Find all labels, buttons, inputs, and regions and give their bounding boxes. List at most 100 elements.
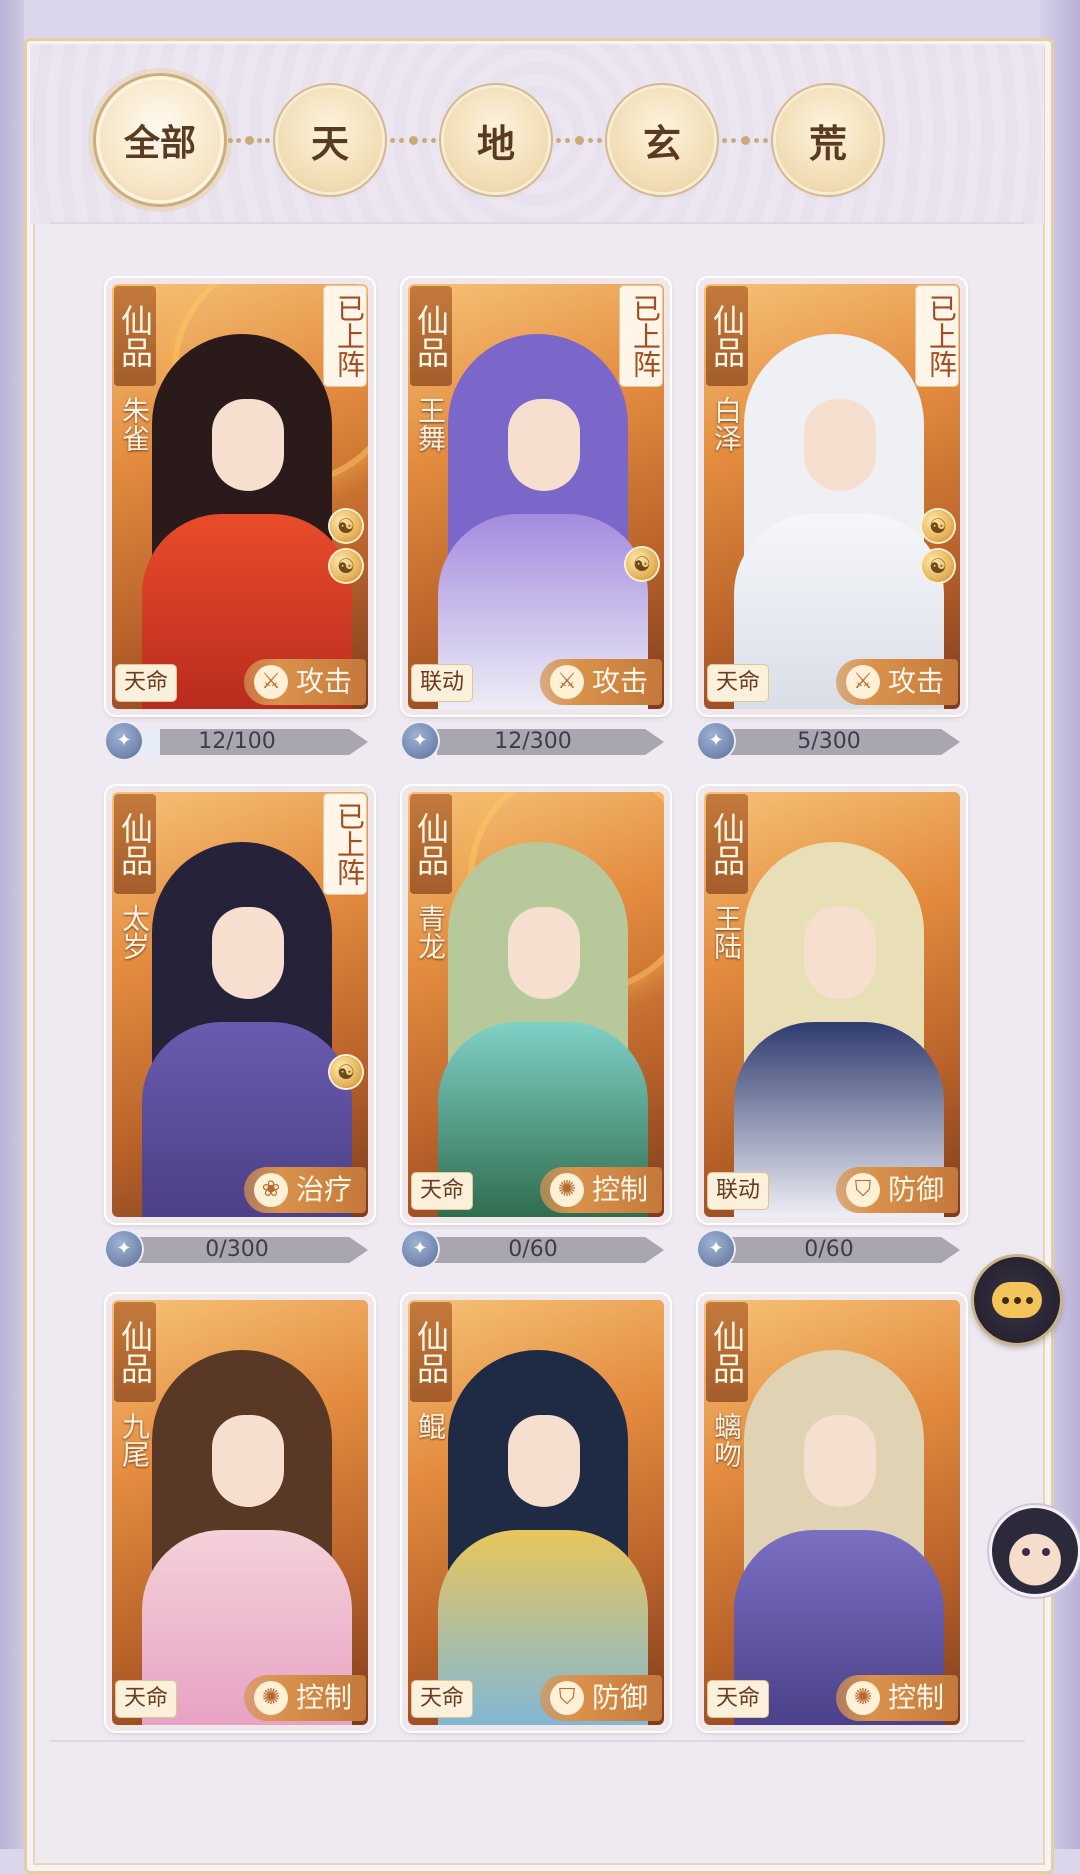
yinyang-icon: ☯	[922, 550, 954, 582]
character-card[interactable]: 仙品 朱雀 已上阵 ☯ ☯ 天命 ⚔ 攻击	[106, 278, 374, 715]
character-name: 朱雀	[118, 396, 151, 452]
grade-badge: 仙品	[410, 794, 452, 894]
bond-tag: 天命	[116, 1681, 177, 1717]
grade-badge: 仙品	[706, 1302, 748, 1402]
grade-badge: 仙品	[410, 1302, 452, 1402]
shield-icon: ⛉	[845, 1173, 880, 1207]
bond-tag: 天命	[412, 1173, 473, 1209]
grade-badge: 仙品	[410, 286, 452, 386]
role-badge: ⚔ 攻击	[835, 659, 958, 705]
deployed-badge: 已上阵	[324, 286, 366, 386]
character-card[interactable]: 仙品青龙天命 ✺ 控制	[402, 786, 670, 1223]
triskelion-icon: ✺	[845, 1681, 880, 1715]
header-divider	[50, 222, 1025, 224]
lotus-icon: ❀	[253, 1173, 288, 1207]
character-card[interactable]: 仙品王陆联动 ⛉ 防御	[698, 786, 966, 1223]
tab-huang[interactable]: 荒	[776, 88, 880, 192]
role-label: 治疗	[295, 1173, 352, 1206]
yinyang-icon: ☯	[330, 550, 362, 582]
character-card[interactable]: 仙品太岁 已上阵 ☯ ❀ 治疗	[106, 786, 374, 1223]
avatar-button[interactable]	[992, 1508, 1078, 1594]
crossed-swords-icon: ⚔	[253, 665, 288, 699]
character-name: 王舞	[414, 396, 447, 452]
character-name: 九尾	[118, 1412, 151, 1468]
deployed-badge: 已上阵	[916, 286, 958, 386]
progress-count: 12/100	[198, 729, 276, 754]
grade-badge: 仙品	[706, 286, 748, 386]
tab-separator	[390, 135, 436, 145]
avatar-eye	[1022, 1548, 1030, 1556]
progress-count: 5/300	[797, 729, 861, 754]
character-face	[804, 907, 876, 999]
role-badge: ✺ 控制	[835, 1675, 958, 1721]
grade-badge: 仙品	[114, 1302, 156, 1402]
character-card[interactable]: 仙品 王舞 已上阵 ☯ 联动 ⚔ 攻击	[402, 278, 670, 715]
bond-tag: 天命	[708, 665, 769, 701]
role-badge: ✺ 控制	[539, 1167, 662, 1213]
role-badge: ❀ 治疗	[243, 1167, 366, 1213]
character-name: 白泽	[710, 396, 743, 452]
role-label: 攻击	[887, 665, 944, 698]
deployed-badge: 已上阵	[324, 794, 366, 894]
chat-button[interactable]	[974, 1257, 1060, 1343]
tab-separator	[228, 135, 270, 145]
character-name: 螭吻	[710, 1412, 743, 1468]
grade-badge: 仙品	[114, 794, 156, 894]
triskelion-icon: ✺	[253, 1681, 288, 1715]
yinyang-icon: ☯	[330, 1056, 362, 1088]
role-badge: ⚔ 攻击	[243, 659, 366, 705]
progress-count: 12/300	[494, 729, 572, 754]
role-label: 控制	[295, 1681, 352, 1714]
bond-tag: 天命	[412, 1681, 473, 1717]
character-card[interactable]: 仙品鲲天命 ⛉ 防御	[402, 1294, 670, 1731]
character-card[interactable]: 仙品九尾天命 ✺ 控制	[106, 1294, 374, 1731]
shard-progress: ✦ 0/60	[698, 1229, 966, 1269]
crossed-swords-icon: ⚔	[549, 665, 584, 699]
category-tabs: 全部 天 地 玄 荒	[100, 80, 980, 205]
role-badge: ⚔ 攻击	[539, 659, 662, 705]
role-badge: ⛉ 防御	[835, 1167, 958, 1213]
crossed-swords-icon: ⚔	[845, 665, 880, 699]
character-card[interactable]: 仙品白泽 已上阵 ☯ ☯ 天命 ⚔ 攻击	[698, 278, 966, 715]
tab-separator	[556, 135, 602, 145]
footer-divider	[50, 1740, 1025, 1742]
character-face	[212, 399, 284, 491]
role-label: 控制	[591, 1173, 648, 1206]
tab-all[interactable]: 全部	[100, 80, 220, 200]
character-face	[508, 907, 580, 999]
role-label: 控制	[887, 1681, 944, 1714]
role-label: 防御	[591, 1681, 648, 1714]
bond-tag: 联动	[708, 1173, 769, 1209]
character-face	[212, 1415, 284, 1507]
tab-xuan[interactable]: 玄	[610, 88, 714, 192]
yinyang-icon: ☯	[922, 510, 954, 542]
character-face	[508, 1415, 580, 1507]
character-face	[804, 1415, 876, 1507]
avatar-eye	[1042, 1548, 1050, 1556]
role-label: 防御	[887, 1173, 944, 1206]
progress-count: 0/300	[205, 1237, 269, 1262]
character-face	[804, 399, 876, 491]
left-border-decoration	[0, 0, 24, 1849]
shield-icon: ⛉	[549, 1681, 584, 1715]
shard-progress: ✦ 12/100	[106, 721, 374, 761]
character-card[interactable]: 仙品螭吻天命 ✺ 控制	[698, 1294, 966, 1731]
tab-tian[interactable]: 天	[278, 88, 382, 192]
shard-progress: ✦ 12/300	[402, 721, 670, 761]
grade-badge: 仙品	[114, 286, 156, 386]
character-name: 王陆	[710, 904, 743, 960]
deployed-badge: 已上阵	[620, 286, 662, 386]
role-label: 攻击	[591, 665, 648, 698]
character-name: 太岁	[118, 904, 151, 960]
bond-tag: 天命	[708, 1681, 769, 1717]
character-name: 青龙	[414, 904, 447, 960]
role-badge: ✺ 控制	[243, 1675, 366, 1721]
progress-count: 0/60	[804, 1237, 854, 1262]
character-face	[212, 907, 284, 999]
shard-progress: ✦ 0/60	[402, 1229, 670, 1269]
bond-tag: 天命	[116, 665, 177, 701]
grade-badge: 仙品	[706, 794, 748, 894]
character-face	[508, 399, 580, 491]
tab-di[interactable]: 地	[444, 88, 548, 192]
yinyang-icon: ☯	[626, 548, 658, 580]
